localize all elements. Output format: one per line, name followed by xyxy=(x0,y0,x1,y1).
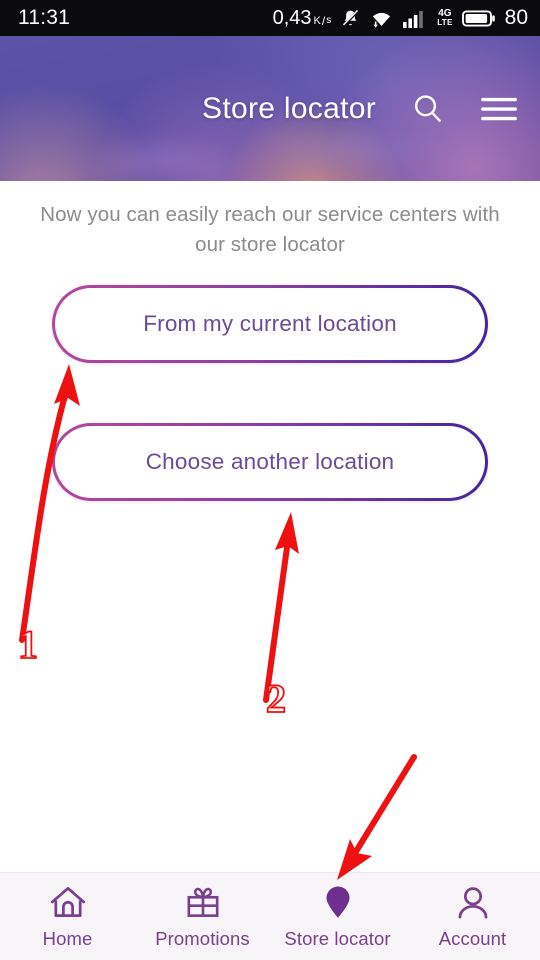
phone-screen: 11:31 0,43 K / s 4G LTE 80 Store locator… xyxy=(0,0,540,960)
header-row: Store locator xyxy=(0,36,540,181)
menu-button[interactable] xyxy=(480,94,518,124)
nav-item-home-label: Home xyxy=(42,928,93,949)
annotation-arrow-2 xyxy=(263,512,299,703)
person-icon xyxy=(458,887,487,919)
network-speed-unit-slash: / xyxy=(321,14,326,28)
nav-item-store-locator-label: Store locator xyxy=(284,928,391,949)
wifi-download-icon xyxy=(373,12,391,28)
map-pin-icon xyxy=(325,886,350,918)
nav-item-account-label: Account xyxy=(438,928,507,949)
page-subtitle: Now you can easily reach our service cen… xyxy=(40,203,500,256)
network-type-line2: LTE xyxy=(437,18,453,27)
annotation-label-1: 1 xyxy=(18,622,38,667)
bell-muted-icon xyxy=(342,9,359,27)
search-button[interactable] xyxy=(410,91,446,127)
battery-icon xyxy=(461,9,495,27)
annotation-label-2: 2 xyxy=(266,676,286,721)
nav-item-promotions[interactable]: Promotions xyxy=(135,883,270,950)
battery-percent: 80 xyxy=(504,6,528,29)
nav-item-home[interactable]: Home xyxy=(0,883,135,950)
choose-another-location-label: Choose another location xyxy=(145,449,395,474)
search-icon xyxy=(415,94,441,122)
button-inner: From my current location xyxy=(54,287,486,361)
network-speed-unit-s: s xyxy=(326,15,332,26)
home-icon xyxy=(50,886,85,918)
from-my-current-location-button[interactable]: From my current location xyxy=(52,285,488,363)
nav-item-promotions-label: Promotions xyxy=(155,928,250,949)
annotation-arrow-1 xyxy=(19,364,80,643)
status-clock: 11:31 xyxy=(18,6,70,29)
cellular-signal-icon xyxy=(403,10,424,28)
network-speed-value: 0,43 xyxy=(272,6,312,29)
page-title: Store locator xyxy=(202,91,376,125)
network-speed-unit: K / s xyxy=(314,15,332,27)
status-icons: 0,43 K / s 4G LTE 80 xyxy=(273,6,528,30)
app-header: Store locator xyxy=(0,36,540,181)
from-my-current-location-label: From my current location xyxy=(143,311,397,336)
button-inner: Choose another location xyxy=(54,425,486,499)
network-type-indicator: 4G LTE xyxy=(437,9,452,27)
network-speed-unit-k: K xyxy=(313,14,321,27)
network-speed-indicator: 0,43 K / s xyxy=(273,7,332,30)
annotation-arrow-3 xyxy=(337,754,417,880)
gift-icon xyxy=(187,887,218,917)
bottom-navigation: Home Promotions Store locator Account xyxy=(0,872,540,960)
nav-item-store-locator[interactable]: Store locator xyxy=(270,883,405,950)
nav-item-account[interactable]: Account xyxy=(405,883,540,950)
status-bar: 11:31 0,43 K / s 4G LTE 80 xyxy=(0,0,540,36)
choose-another-location-button[interactable]: Choose another location xyxy=(52,423,488,501)
hamburger-menu-icon xyxy=(481,97,517,120)
